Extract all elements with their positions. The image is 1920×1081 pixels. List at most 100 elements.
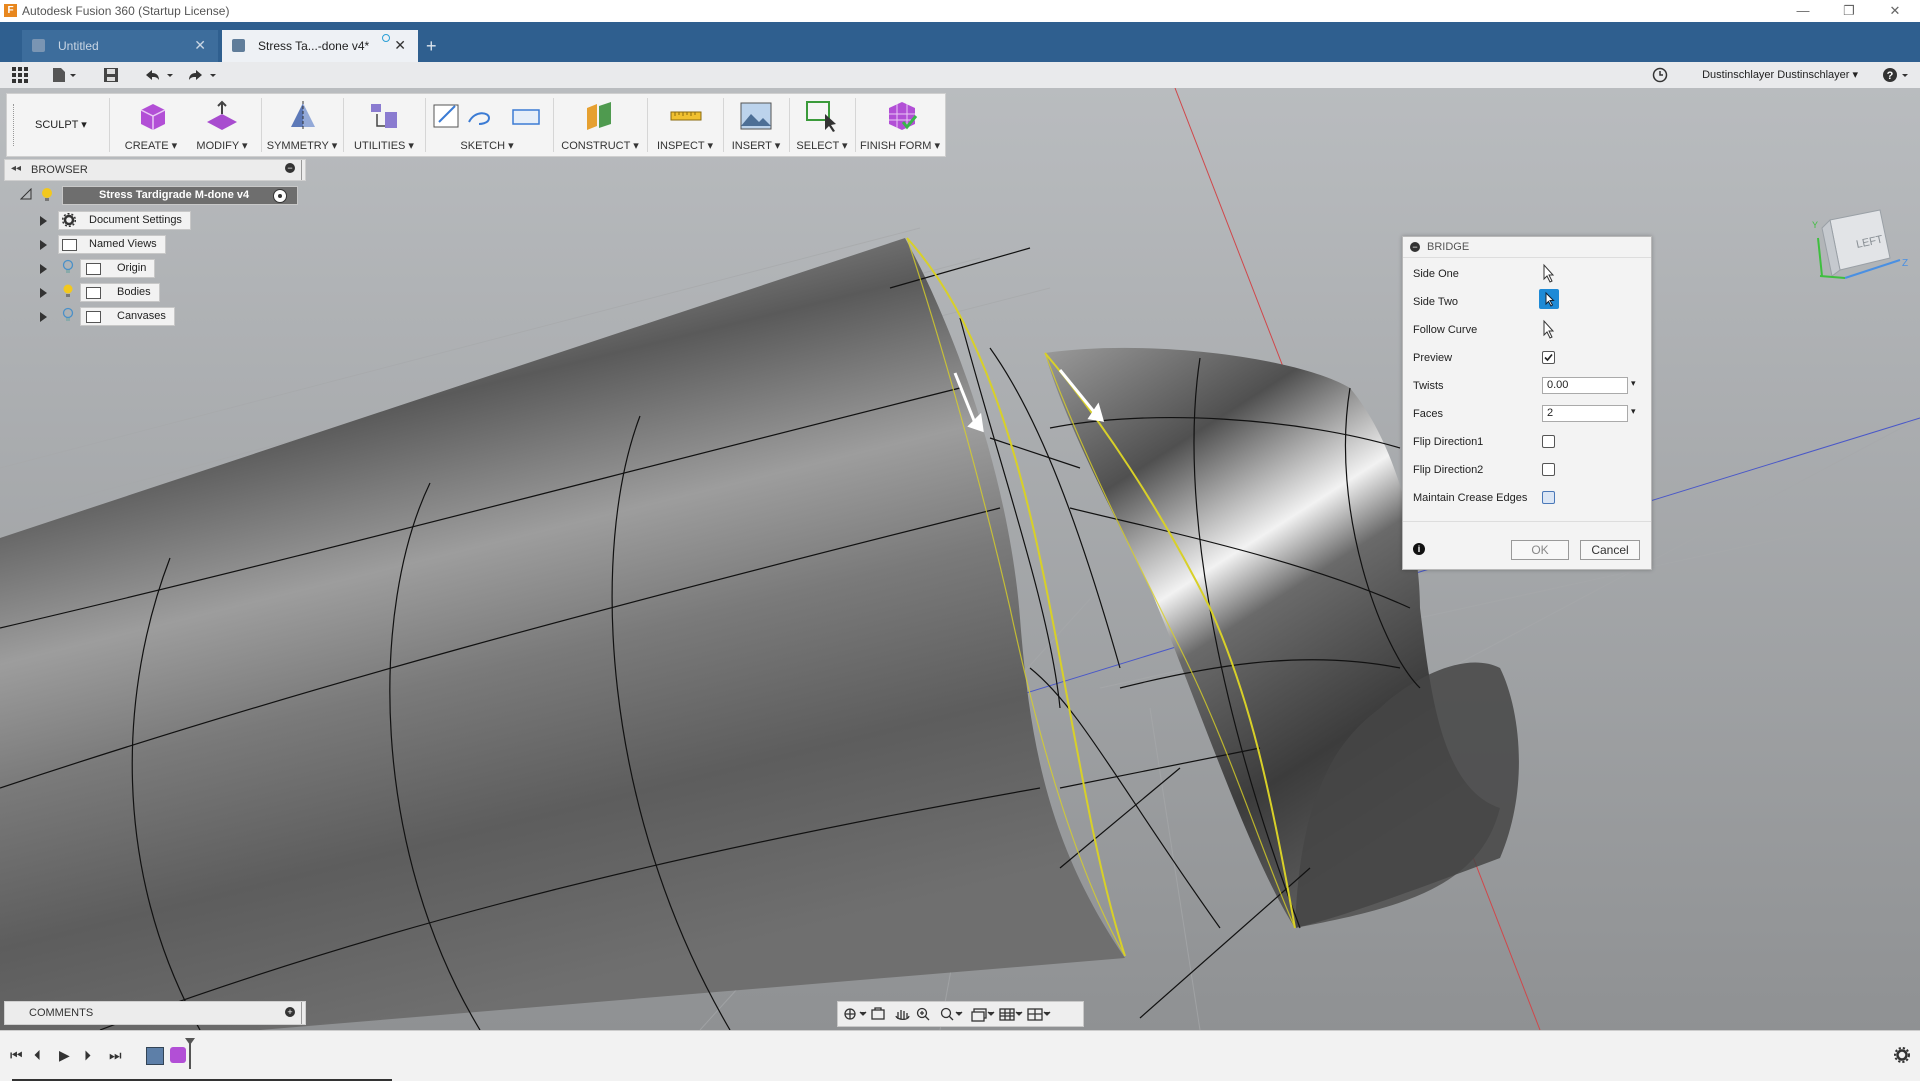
expand-arrow-icon[interactable] — [40, 312, 47, 322]
browser-title: BROWSER — [31, 164, 88, 176]
faces-input[interactable]: 2 — [1542, 405, 1628, 422]
folder-icon — [62, 239, 77, 251]
tab-untitled[interactable]: Untitled ✕ — [22, 30, 218, 62]
expand-arrow-icon[interactable] — [40, 264, 47, 274]
select-cursor-icon — [1545, 291, 1555, 307]
quick-access-bar: Dustinschlayer Dustinschlayer ▾ ? — [0, 62, 1920, 89]
expand-arrow-icon[interactable] — [40, 216, 47, 226]
browser-item-label: Named Views — [89, 238, 157, 250]
ribbon-group-label: SKETCH ▾ — [460, 140, 514, 152]
cancel-button[interactable]: Cancel — [1580, 540, 1640, 560]
timeline-settings-gear-icon[interactable] — [1894, 1047, 1910, 1063]
close-icon[interactable]: ✕ — [1872, 0, 1918, 22]
visibility-bulb-off-icon[interactable] — [62, 259, 74, 275]
ribbon-group-label: FINISH FORM ▾ — [859, 140, 941, 152]
go-to-end-icon[interactable]: ⏭ — [109, 1047, 122, 1064]
ribbon-group-utilities[interactable]: UTILITIES ▾ — [345, 94, 423, 156]
ribbon-group-create[interactable]: CREATE ▾ — [117, 94, 185, 156]
expand-arrow-icon[interactable] — [40, 240, 47, 250]
step-forward-icon[interactable]: ⏵ — [84, 1047, 91, 1064]
collapse-browser-icon[interactable]: ◂◂ — [11, 163, 21, 174]
faces-dropdown-icon[interactable]: ▾ — [1631, 406, 1636, 417]
activate-component-icon[interactable] — [273, 189, 287, 203]
tab-label: Untitled — [58, 39, 99, 53]
ribbon-group-finish-form[interactable]: FINISH FORM ▾ — [857, 94, 943, 156]
tab-stress-tardigrade[interactable]: Stress Ta...-done v4* ✕ — [222, 30, 418, 62]
ribbon-group-inspect[interactable]: INSPECT ▾ — [649, 94, 721, 156]
maintain-crease-edges-checkbox[interactable] — [1542, 491, 1555, 504]
side-one-select-cursor-icon[interactable] — [1540, 263, 1556, 283]
ribbon-group-label: MODIFY ▾ — [196, 140, 248, 152]
follow-curve-select-cursor-icon[interactable] — [1540, 319, 1556, 339]
ribbon-group-insert[interactable]: INSERT ▾ — [725, 94, 787, 156]
save-icon[interactable] — [103, 67, 119, 83]
minimize-icon[interactable]: — — [1780, 0, 1826, 22]
flip-direction1-checkbox[interactable] — [1542, 435, 1555, 448]
ribbon-group-modify[interactable]: MODIFY ▾ — [185, 94, 259, 156]
gear-icon — [62, 213, 76, 227]
ribbon-group-label: INSERT ▾ — [731, 140, 781, 152]
browser-root-node[interactable]: Stress Tardigrade M-done v4 — [62, 186, 298, 205]
go-to-start-icon[interactable]: ⏮ — [10, 1047, 23, 1064]
app-grid-icon[interactable] — [12, 67, 28, 83]
comments-panel[interactable]: COMMENTS + — [4, 1001, 306, 1025]
side-two-select-button[interactable] — [1539, 289, 1559, 309]
ribbon-group-select[interactable]: SELECT ▾ — [791, 94, 853, 156]
browser-item-document-settings[interactable]: Document Settings — [58, 211, 191, 230]
restore-icon[interactable]: ❐ — [1826, 0, 1872, 22]
job-status-clock-icon[interactable] — [1652, 67, 1668, 83]
timeline-marker[interactable] — [189, 1041, 191, 1069]
navigation-tools — [844, 1007, 1051, 1022]
redo-icon[interactable] — [186, 67, 220, 83]
flip-direction2-label: Flip Direction2 — [1413, 464, 1484, 476]
new-tab-icon[interactable]: + — [426, 36, 437, 57]
twists-input[interactable]: 0.00 — [1542, 377, 1628, 394]
undo-icon[interactable] — [143, 67, 177, 83]
twists-dropdown-icon[interactable]: ▾ — [1631, 378, 1636, 389]
ribbon-separator — [723, 98, 724, 152]
ribbon-group-sketch[interactable]: SKETCH ▾ — [427, 94, 547, 156]
workspace-label: SCULPT — [35, 119, 79, 131]
preview-checkbox[interactable] — [1542, 351, 1555, 364]
select-icon — [806, 101, 836, 132]
ok-button[interactable]: OK — [1511, 540, 1569, 560]
add-comment-icon[interactable]: + — [285, 1007, 295, 1017]
symmetry-icon — [291, 101, 315, 131]
ribbon-group-construct[interactable]: CONSTRUCT ▾ — [555, 94, 645, 156]
file-menu-icon[interactable] — [52, 67, 80, 83]
browser-minimize-icon[interactable]: − — [285, 163, 295, 173]
visibility-bulb-icon[interactable] — [62, 283, 74, 299]
flip-direction2-checkbox[interactable] — [1542, 463, 1555, 476]
ribbon-group-symmetry[interactable]: SYMMETRY ▾ — [263, 94, 341, 156]
construct-plane-icon — [587, 102, 611, 130]
browser-root-expander[interactable] — [19, 187, 32, 203]
expand-arrow-icon[interactable] — [40, 288, 47, 298]
browser-item-label: Document Settings — [89, 214, 182, 226]
workspace-switcher[interactable]: SCULPT ▾ — [35, 118, 87, 131]
timeline-form-feature[interactable] — [170, 1047, 186, 1063]
maintain-crease-edges-label: Maintain Crease Edges — [1413, 492, 1528, 504]
user-account-menu[interactable]: Dustinschlayer Dustinschlayer ▾ — [1702, 68, 1858, 81]
close-tab-icon[interactable]: ✕ — [394, 37, 406, 54]
ribbon-separator — [789, 98, 790, 152]
visibility-bulb-icon[interactable] — [40, 187, 54, 206]
ribbon-separator — [343, 98, 344, 152]
collapse-dialog-icon[interactable]: − — [1410, 242, 1420, 252]
close-tab-icon[interactable]: ✕ — [194, 37, 206, 54]
twists-label: Twists — [1413, 380, 1444, 392]
help-icon[interactable]: ? — [1882, 66, 1912, 84]
comments-resize-handle[interactable] — [301, 1002, 302, 1024]
edit-form-icon — [207, 100, 237, 130]
visibility-bulb-off-icon[interactable] — [62, 307, 74, 323]
ribbon-separator — [261, 98, 262, 152]
timeline-marker-head-icon[interactable] — [185, 1038, 195, 1045]
info-icon[interactable]: i — [1413, 543, 1425, 555]
document-icon — [232, 39, 245, 52]
play-icon[interactable]: ▶ — [59, 1047, 70, 1064]
utilities-icon — [371, 104, 397, 128]
timeline-canvas-feature[interactable] — [146, 1047, 164, 1065]
step-back-icon[interactable]: ⏴ — [34, 1047, 41, 1064]
browser-panel-header[interactable]: ◂◂ BROWSER − — [4, 159, 306, 181]
bridge-dialog-header[interactable]: − BRIDGE — [1403, 237, 1651, 258]
browser-resize-handle[interactable] — [301, 160, 302, 180]
